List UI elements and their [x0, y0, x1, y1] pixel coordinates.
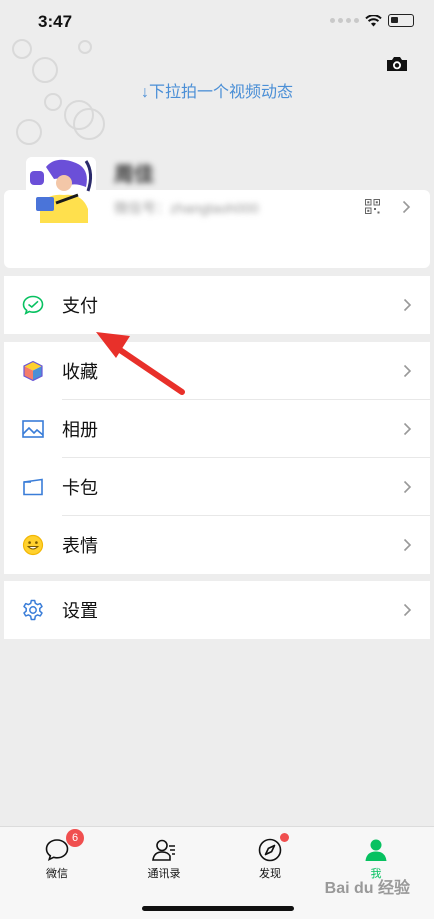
- wifi-icon: [365, 14, 382, 26]
- menu-item-cards[interactable]: 卡包: [4, 458, 430, 516]
- album-icon: [22, 418, 44, 440]
- unread-badge: 6: [66, 829, 84, 847]
- menu-item-settings[interactable]: 设置: [4, 581, 430, 639]
- menu-item-label: 卡包: [62, 478, 98, 498]
- menu-item-label: 相册: [62, 420, 98, 440]
- favorites-icon: [22, 360, 44, 382]
- pay-icon: [22, 294, 44, 316]
- menu-item-label: 支付: [62, 296, 98, 316]
- pull-down-hint: ↓下拉拍一个视频动态: [140, 84, 293, 101]
- tab-chats[interactable]: 6 微信: [17, 827, 97, 887]
- chevron-right-icon: [403, 603, 412, 617]
- tab-label: 通讯录: [147, 868, 181, 880]
- battery-icon: [388, 14, 414, 27]
- chevron-right-icon: [403, 538, 412, 552]
- tab-contacts[interactable]: 通讯录: [124, 827, 204, 887]
- menu-item-pay[interactable]: 支付: [4, 276, 430, 334]
- watermark: Bai du 经验: [324, 880, 410, 897]
- emoji-icon: [22, 534, 44, 556]
- cards-icon: [22, 476, 44, 498]
- annotation-arrow-icon: [96, 332, 185, 395]
- camera-icon[interactable]: [386, 56, 408, 72]
- menu-item-album[interactable]: 相册: [4, 400, 430, 458]
- chevron-right-icon: [403, 364, 412, 378]
- chevron-right-icon: [403, 298, 412, 312]
- avatar[interactable]: [26, 157, 96, 223]
- status-icons: [330, 14, 414, 27]
- wechat-id: 微信号：zhangtaoh000: [114, 200, 259, 216]
- settings-icon: [22, 599, 44, 621]
- profile-nickname: 周佳: [114, 164, 154, 186]
- profile-chevron-icon: [402, 200, 411, 214]
- chevron-right-icon: [403, 422, 412, 436]
- qr-code-icon[interactable]: [365, 199, 380, 214]
- menu-item-label: 设置: [62, 601, 98, 621]
- chevron-right-icon: [403, 480, 412, 494]
- signal-icon: [330, 18, 359, 23]
- notification-dot: [280, 833, 289, 842]
- tab-label: 微信: [46, 868, 68, 880]
- pay-group: 支付: [4, 276, 430, 334]
- menu-item-emoji[interactable]: 表情: [4, 516, 430, 574]
- me-icon: [365, 839, 387, 861]
- services-group: 收藏 相册 卡包 表情: [4, 342, 430, 574]
- tab-discover[interactable]: 发现: [230, 827, 310, 887]
- menu-item-label: 表情: [62, 536, 98, 556]
- settings-group: 设置: [4, 581, 430, 639]
- menu-item-favorites[interactable]: 收藏: [4, 342, 430, 400]
- home-indicator: [142, 906, 294, 911]
- tab-label: 发现: [259, 868, 281, 880]
- discover-icon: [258, 838, 282, 862]
- contacts-icon: [152, 839, 175, 861]
- status-time: 3:47: [38, 12, 73, 31]
